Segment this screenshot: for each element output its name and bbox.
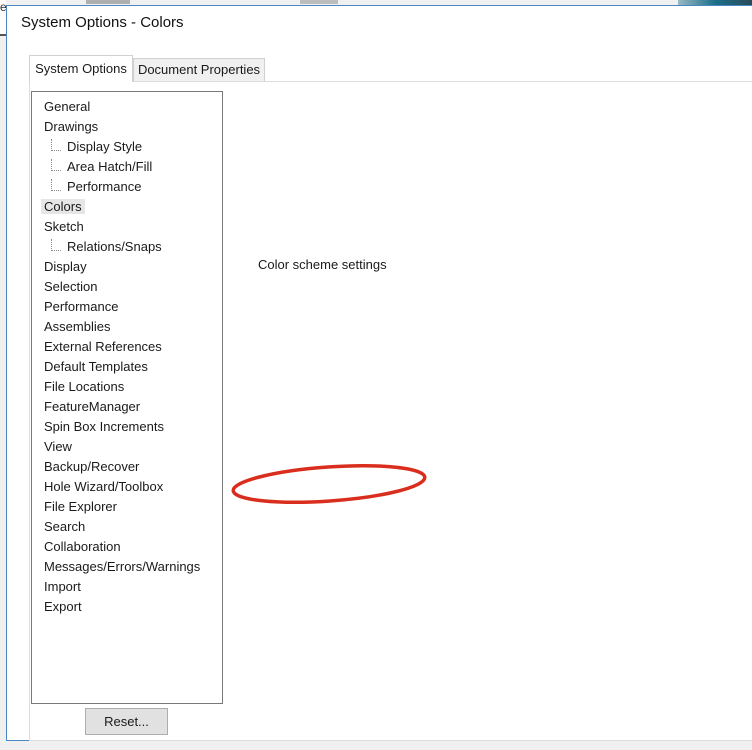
tree-item[interactable]: General (32, 97, 222, 117)
tab-document-properties[interactable]: Document Properties (133, 58, 265, 82)
tree-branch-icon (51, 239, 61, 251)
tree-item[interactable]: Import (32, 577, 222, 597)
tree-item[interactable]: Sketch (32, 217, 222, 237)
tree-item[interactable]: Drawings (32, 117, 222, 137)
tree-item[interactable]: Search (32, 517, 222, 537)
options-tree: General Drawings Display Style Area Hatc… (31, 91, 223, 704)
tree-item-label: External References (41, 339, 165, 354)
tree-item[interactable]: Performance (32, 177, 222, 197)
tab-system-options[interactable]: System Options (29, 55, 133, 82)
tree-item-label: File Explorer (41, 499, 120, 514)
tree-branch-icon (51, 139, 61, 151)
tree-item[interactable]: Default Templates (32, 357, 222, 377)
tree-item[interactable]: Display Style (32, 137, 222, 157)
tree-item-label: Backup/Recover (41, 459, 142, 474)
tree-item-label: Drawings (41, 119, 101, 134)
tree-item-label: Hole Wizard/Toolbox (41, 479, 166, 494)
tree-item-label: Colors (41, 199, 85, 214)
tree-item[interactable]: Backup/Recover (32, 457, 222, 477)
dialog-title: System Options - Colors (21, 14, 184, 31)
tree-item[interactable]: FeatureManager (32, 397, 222, 417)
tree-item[interactable]: Spin Box Increments (32, 417, 222, 437)
tree-item-label: Sketch (41, 219, 87, 234)
tree-branch-icon (51, 179, 61, 191)
tree-item-label: Export (41, 599, 85, 614)
system-options-dialog: System Options - Colors System Options D… (6, 5, 752, 741)
tree-item-label: Display (41, 259, 90, 274)
tree-item-label: Spin Box Increments (41, 419, 167, 434)
tree-item[interactable]: Display (32, 257, 222, 277)
tree-item-label: Relations/Snaps (64, 239, 165, 254)
tree-branch-icon (51, 159, 61, 171)
tree-item[interactable]: File Explorer (32, 497, 222, 517)
tree-item[interactable]: Selection (32, 277, 222, 297)
tree-item[interactable]: View (32, 437, 222, 457)
tree-item[interactable]: Area Hatch/Fill (32, 157, 222, 177)
tree-item-label: View (41, 439, 75, 454)
tree-item-label: Assemblies (41, 319, 113, 334)
tree-item-label: General (41, 99, 93, 114)
color-scheme-settings-label: Color scheme settings (253, 257, 392, 272)
tree-item[interactable]: Assemblies (32, 317, 222, 337)
tree-item[interactable]: Messages/Errors/Warnings (32, 557, 222, 577)
tree-item-label: Messages/Errors/Warnings (41, 559, 203, 574)
tree-item[interactable]: Colors (32, 197, 222, 217)
tree-item-label: Default Templates (41, 359, 151, 374)
background-toolbar-fragment (86, 0, 130, 4)
tree-item[interactable]: External References (32, 337, 222, 357)
tree-item-label: Collaboration (41, 539, 124, 554)
tree-item[interactable]: File Locations (32, 377, 222, 397)
screen: e System Options - Colors System Options… (0, 0, 752, 750)
tree-item-label: Area Hatch/Fill (64, 159, 155, 174)
tree-item[interactable]: Relations/Snaps (32, 237, 222, 257)
reset-button[interactable]: Reset... (85, 708, 168, 735)
tree-item-label: Search (41, 519, 88, 534)
tree-item[interactable]: Hole Wizard/Toolbox (32, 477, 222, 497)
tree-item-label: Performance (41, 299, 121, 314)
tree-item-label: Performance (64, 179, 144, 194)
tree-item-label: Import (41, 579, 84, 594)
tree-item-label: FeatureManager (41, 399, 143, 414)
background-toolbar-fragment (300, 0, 338, 4)
tree-item[interactable]: Collaboration (32, 537, 222, 557)
tree-item-label: Selection (41, 279, 100, 294)
tree-item[interactable]: Export (32, 597, 222, 617)
tree-item-label: File Locations (41, 379, 127, 394)
tree-item-label: Display Style (64, 139, 145, 154)
tree-item[interactable]: Performance (32, 297, 222, 317)
